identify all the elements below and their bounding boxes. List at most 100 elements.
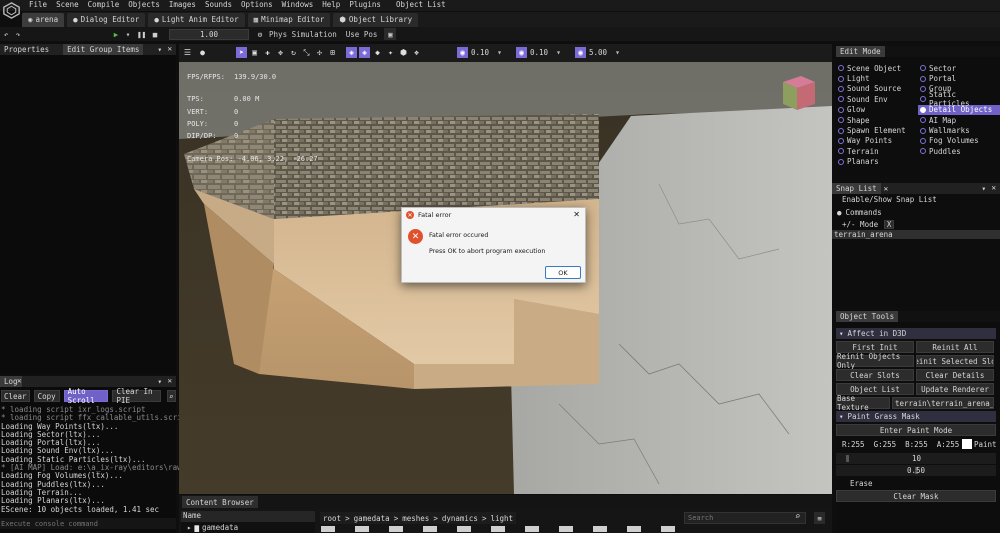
snap-normal-icon[interactable]: ◆ [372,47,383,58]
breadcrumb-dynamics[interactable]: dynamics [442,514,478,523]
menu-file[interactable]: File [29,0,47,9]
base-texture-button[interactable]: Base Texture [836,394,890,412]
move-icon[interactable]: ✥ [275,47,286,58]
menu-icon[interactable]: ▾ [157,45,162,54]
snap-object-icon[interactable]: ◈ [346,47,357,58]
edit-mode-fog-volumes[interactable]: Fog Volumes [918,136,1000,146]
rotate-snap-value[interactable]: 0.10 [530,48,550,57]
edit-mode-ai-map[interactable]: AI Map [918,115,1000,125]
edit-mode-glow[interactable]: Glow [836,105,917,115]
brush-size-slider[interactable]: 10 [836,453,996,464]
console-input[interactable] [0,518,176,529]
undo-icon[interactable]: ↶ [0,28,12,40]
play-button[interactable]: ▶ [110,28,122,40]
scale-icon[interactable]: ⤡ [301,47,312,58]
reinit-all-button[interactable]: Reinit All [916,341,994,353]
add-icon[interactable]: ✚ [262,47,273,58]
menu-plugins[interactable]: Plugins [349,0,381,9]
breadcrumb-light[interactable]: light [490,514,513,523]
breadcrumb-meshes[interactable]: meshes [402,514,429,523]
view-options-icon[interactable]: ≡ [814,512,825,524]
select-cursor-icon[interactable]: ➤ [236,47,247,58]
menu-scene[interactable]: Scene [56,0,79,9]
snap-move-icon[interactable]: ✦ [385,47,396,58]
time-factor-input[interactable]: 1.00 [169,28,250,40]
edit-mode-static-particles[interactable]: Static Particles [918,90,1000,108]
search-icon[interactable]: ⌕ [795,512,800,522]
auto-scroll-toggle[interactable]: Auto Scroll [63,387,109,405]
hamburger-menu-icon[interactable]: ☰ [182,47,193,58]
pause-icon[interactable]: ❚❚ [134,28,149,40]
red-channel[interactable]: R:255 [842,440,865,449]
menu-compile[interactable]: Compile [88,0,120,9]
asset-thumbnail[interactable] [559,526,573,532]
chevron-down-icon[interactable]: ▾ [494,47,505,58]
close-icon[interactable]: ✕ [167,376,172,385]
log-copy-button[interactable]: Copy [33,390,60,402]
edit-mode-planars[interactable]: Planars [836,157,917,167]
edit-mode-spawn-element[interactable]: Spawn Element [836,125,917,135]
use-pos-button[interactable]: Use Pos [343,28,381,40]
stop-icon[interactable]: ■ [149,28,161,40]
affect-d3d-section[interactable]: ▾ Affect in D3D [836,328,996,339]
breadcrumb-root[interactable]: root [323,514,341,523]
asset-thumbnail[interactable] [627,526,641,532]
select-box-icon[interactable]: ▣ [249,47,260,58]
enable-snap-list[interactable]: Enable/Show Snap List [832,194,1000,206]
asset-thumbnail[interactable] [457,526,471,532]
snap-list-item[interactable]: terrain_arena [832,230,1000,239]
menu-icon[interactable]: ▾ [157,377,162,386]
reinit-selected-slot-button[interactable]: Reinit Selected Slot [916,355,994,367]
chevron-down-icon[interactable]: ▾ [122,28,134,40]
clear-in-pie-button[interactable]: Clear In PIE [112,387,161,405]
tab-properties[interactable]: Properties [0,44,53,55]
menu-help[interactable]: Help [322,0,340,9]
menu-object-list[interactable]: Object List [396,0,446,9]
asset-thumbnail[interactable] [321,526,335,532]
move-snap-icon[interactable]: ◉ [457,47,468,58]
content-search-input[interactable] [684,512,806,524]
tab-light-anim-editor[interactable]: ● Light Anim Editor [148,12,245,27]
tab-edit-group-items[interactable]: Edit Group Items [63,44,144,55]
erase-toggle[interactable]: Erase [850,479,873,488]
edit-mode-sector[interactable]: Sector [918,63,1000,73]
edit-mode-detail-objects[interactable]: Detail Objects [918,104,1000,115]
edit-mode-scene-object[interactable]: Scene Object [836,63,917,73]
redo-icon[interactable]: ↷ [12,28,24,40]
update-renderer-button[interactable]: Update Renderer [916,383,994,395]
bulb-icon[interactable]: ● [197,47,208,58]
asset-thumbnail[interactable] [525,526,539,532]
clear-details-button[interactable]: Clear Details [916,369,994,381]
scale-snap-value[interactable]: 5.00 [589,48,609,57]
log-clear-button[interactable]: Clear [1,390,30,402]
asset-thumbnail[interactable] [661,526,675,532]
move-snap-value[interactable]: 0.10 [471,48,491,57]
menu-icon[interactable]: ▾ [981,184,986,193]
phys-simulation-button[interactable]: Phys Simulation [266,28,340,40]
brush-strength-slider[interactable]: 0.50 [836,465,996,476]
chevron-down-icon[interactable]: ▾ [612,47,623,58]
clear-mask-button[interactable]: Clear Mask [836,490,996,502]
edit-mode-wallmarks[interactable]: Wallmarks [918,125,1000,135]
orientation-gizmo-icon[interactable] [779,72,819,114]
search-icon[interactable]: ⌕ [166,390,176,402]
green-channel[interactable]: G:255 [874,440,897,449]
grid-toggle-icon[interactable]: ▣ [384,28,397,40]
snap-vertex-icon[interactable]: ◈ [359,47,370,58]
close-icon[interactable]: ✕ [884,184,889,193]
enter-paint-mode-button[interactable]: Enter Paint Mode [836,424,996,436]
paint-grass-mask-section[interactable]: ▾ Paint Grass Mask [836,411,996,422]
tab-dialog-editor[interactable]: ● Dialog Editor [67,12,146,27]
close-icon[interactable]: ✕ [17,376,22,385]
menu-options[interactable]: Options [241,0,273,9]
chevron-down-icon[interactable]: ▾ [553,47,564,58]
menu-objects[interactable]: Objects [128,0,160,9]
snap-grid-icon[interactable]: ⊞ [327,47,338,58]
asset-thumbnail[interactable] [389,526,403,532]
edit-mode-light[interactable]: Light [836,73,917,83]
tab-arena[interactable]: ◉ arena [22,12,65,27]
tab-object-library[interactable]: ⬢ Object Library [333,12,419,27]
close-icon[interactable]: ✕ [167,44,172,53]
rotate-snap-icon[interactable]: ◉ [516,47,527,58]
ok-button[interactable]: OK [545,266,581,279]
